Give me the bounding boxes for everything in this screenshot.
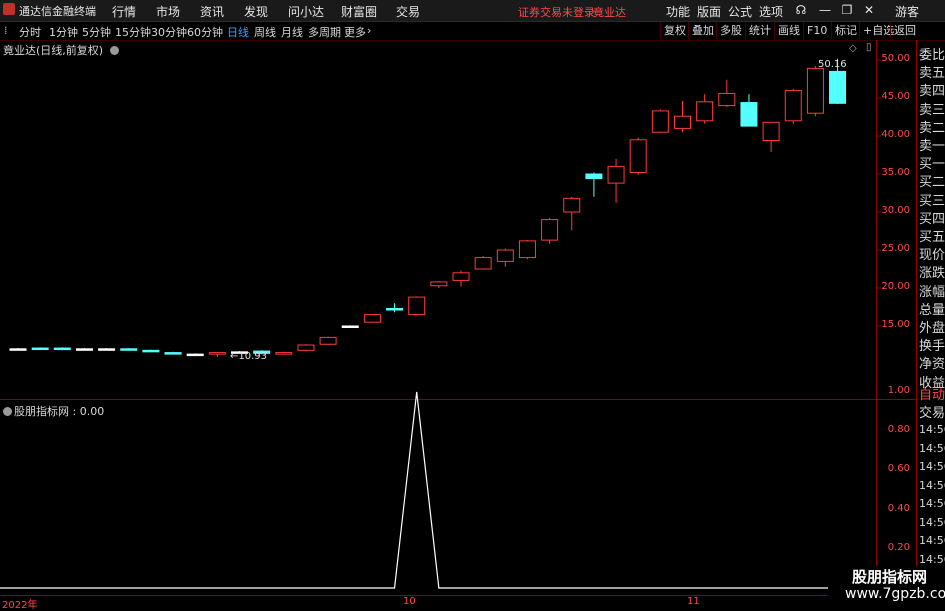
indicator-tick-label: 0.60 xyxy=(887,463,910,475)
trade-label[interactable]: 交易 xyxy=(919,402,945,421)
candle-body xyxy=(762,121,780,142)
candle-body xyxy=(341,325,359,328)
quote-field-label: 委比 xyxy=(919,48,945,63)
candle-body xyxy=(275,352,293,355)
candle-body xyxy=(208,352,226,355)
chart-canvas xyxy=(0,40,917,609)
candle-body xyxy=(829,70,847,104)
quote-field-label: 买二 xyxy=(919,175,945,191)
quote-field-label: 卖一 xyxy=(919,139,945,154)
candle-body xyxy=(474,257,492,270)
candle-body xyxy=(629,139,647,173)
trade-time: 14:56 xyxy=(919,423,945,436)
candle-body xyxy=(53,347,71,351)
quote-field-label: 卖二 xyxy=(919,120,945,136)
candle-body xyxy=(297,344,315,351)
candle-body xyxy=(496,249,514,262)
indicator-tick-label: 1.00 xyxy=(887,385,910,396)
trade-time: 14:56 xyxy=(919,552,945,566)
quote-field-label: 卖三 xyxy=(919,102,945,118)
candle-body xyxy=(585,173,603,180)
price-tick-label: 40.00 xyxy=(881,129,910,140)
quote-field-label: 买三 xyxy=(919,193,945,209)
quote-field-label: 卖四 xyxy=(919,84,945,100)
trade-time: 14:56 xyxy=(919,478,945,492)
auto-trade-label[interactable]: 自动 xyxy=(919,384,945,403)
candle-body xyxy=(98,348,116,351)
candle-body xyxy=(319,336,337,345)
trade-time: 14:56 xyxy=(919,534,945,547)
candle-body xyxy=(696,101,714,122)
candle-body xyxy=(9,348,27,351)
indicator-tick-label: 0.20 xyxy=(887,541,910,553)
candle-body xyxy=(541,219,559,241)
candle-body xyxy=(164,352,182,355)
watermark-title: 股朋指标网 xyxy=(852,568,928,586)
candle-body xyxy=(563,197,581,213)
candle-body xyxy=(784,89,802,122)
price-tick-label: 20.00 xyxy=(881,281,910,292)
low-annotation-value: 10.93 xyxy=(238,351,268,362)
candle-body xyxy=(740,102,758,127)
quote-field-label: 净资 xyxy=(919,357,945,373)
candle-body xyxy=(452,272,470,281)
quote-field-label: 涨跌 xyxy=(919,266,945,282)
candle-body xyxy=(718,92,736,107)
candle-body xyxy=(651,110,669,133)
candle-body xyxy=(186,353,204,357)
price-tick-label: 30.00 xyxy=(881,205,910,216)
indicator-line xyxy=(0,391,876,589)
x-label-10: 10 xyxy=(403,596,416,607)
quote-field-label: 现价 xyxy=(919,248,945,264)
candle-body xyxy=(408,296,426,316)
low-annotation: ←10.93 xyxy=(230,351,268,362)
candle-body xyxy=(75,348,93,351)
price-tick-label: 50.00 xyxy=(881,53,910,64)
price-tick-label: 15.00 xyxy=(881,319,910,330)
price-tick-label: 25.00 xyxy=(881,243,910,254)
candle-body xyxy=(120,348,138,351)
watermark-url: www.7gpzb.com xyxy=(845,586,945,602)
price-tick-label: 35.00 xyxy=(881,167,910,178)
indicator-tick-label: 0.40 xyxy=(887,502,910,514)
candle-body xyxy=(674,115,691,129)
quote-field-label: 总量 xyxy=(919,302,945,318)
x-label-11: 11 xyxy=(687,596,700,607)
quote-field-label: 买四 xyxy=(919,211,945,227)
quote-field-label: 涨幅 xyxy=(919,284,945,300)
candle-body xyxy=(363,314,381,323)
quote-field-label: 买五 xyxy=(919,230,945,245)
candle-body xyxy=(518,240,536,259)
candle-body xyxy=(31,347,49,351)
trade-time: 14:56 xyxy=(919,460,945,473)
candle-body xyxy=(142,349,160,353)
high-annotation: 50.16 xyxy=(818,59,847,70)
candle-body xyxy=(607,165,625,184)
trade-time: 14:56 xyxy=(919,515,945,529)
candle-body xyxy=(806,67,824,114)
candle-body xyxy=(386,308,404,311)
trade-time: 14:56 xyxy=(919,441,945,455)
indicator-tick-label: 0.80 xyxy=(887,424,910,436)
price-tick-label: 45.00 xyxy=(881,91,910,102)
trade-time: 14:56 xyxy=(919,497,945,510)
candle-body xyxy=(430,281,448,287)
quote-field-label: 外盘 xyxy=(919,321,945,336)
quote-field-label: 买一 xyxy=(919,157,945,173)
quote-field-label: 换手 xyxy=(919,339,945,355)
quote-field-label: 卖五 xyxy=(919,66,945,82)
